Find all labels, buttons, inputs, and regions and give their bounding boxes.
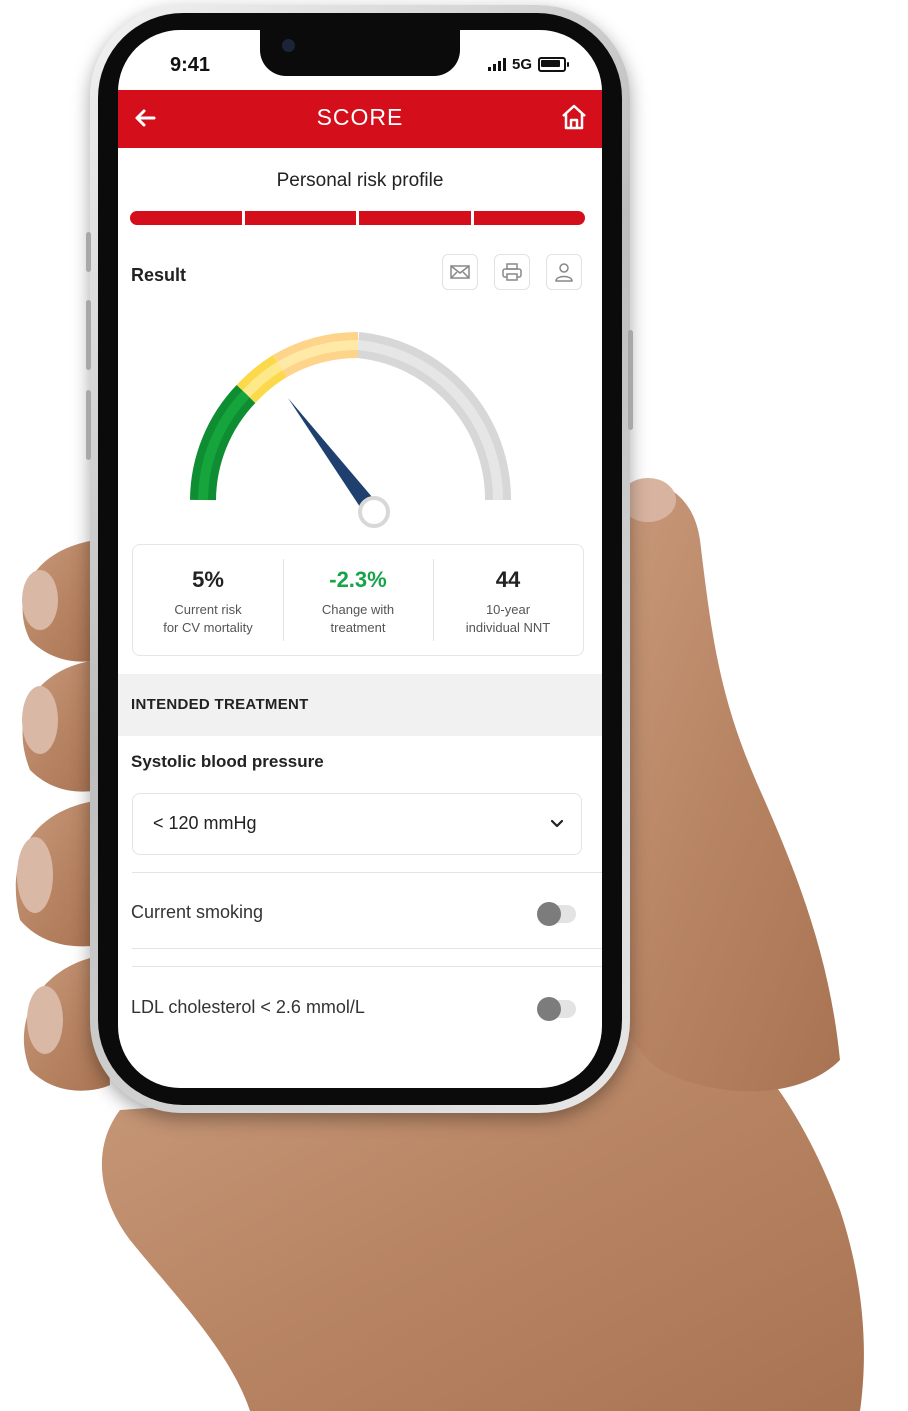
app-title: SCORE (316, 104, 404, 130)
toggle-knob (537, 997, 561, 1021)
progress-step (359, 211, 471, 225)
signal-icon (487, 58, 506, 71)
stat-change-with-treatment: -2.3% Change with treatment (283, 545, 433, 655)
result-label: Result (131, 265, 187, 285)
app-bar: SCORE (118, 90, 602, 148)
smoking-toggle[interactable] (537, 902, 576, 926)
profile-button[interactable] (546, 254, 582, 290)
progress-step (244, 211, 356, 225)
stat-label: 10-year individual NNT (465, 602, 551, 635)
stat-current-risk: 5% Current risk for CV mortality (133, 545, 283, 655)
sbp-label: Systolic blood pressure (131, 752, 324, 771)
stat-value: 44 (495, 567, 521, 592)
divider (132, 966, 602, 967)
print-icon (502, 263, 522, 281)
home-icon[interactable] (558, 101, 590, 133)
notch (260, 30, 460, 76)
section-title: INTENDED TREATMENT (131, 696, 309, 713)
intended-treatment-header: INTENDED TREATMENT (118, 674, 602, 736)
print-button[interactable] (494, 254, 530, 290)
divider (132, 948, 602, 949)
sbp-select[interactable]: < 120 mmHg (132, 793, 582, 855)
phone-side-button (86, 390, 91, 460)
email-button[interactable] (442, 254, 478, 290)
profile-title: Personal risk profile (276, 170, 444, 191)
toggle-knob (537, 902, 561, 926)
stat-value: -2.3% (329, 567, 387, 592)
risk-stats-card: 5% Current risk for CV mortality -2.3% C… (132, 544, 584, 656)
ldl-label: LDL cholesterol < 2.6 mmol/L (131, 997, 365, 1017)
network-type: 5G (511, 56, 532, 73)
status-indicators: 5G (487, 56, 569, 73)
stat-label: Change with treatment (321, 602, 395, 635)
phone-power-button (628, 330, 633, 430)
sbp-selected-value: < 120 mmHg (153, 813, 257, 833)
phone-side-button (86, 300, 91, 370)
ldl-toggle[interactable] (537, 997, 576, 1021)
progress-step (473, 211, 585, 225)
stat-label: Current risk for CV mortality (163, 602, 253, 635)
divider (132, 872, 602, 873)
stat-nnt: 44 10-year individual NNT (433, 545, 583, 655)
status-time: 9:41 (170, 54, 211, 76)
progress-step (130, 211, 242, 225)
profile-progress-bar (130, 211, 585, 225)
stat-value: 5% (192, 567, 224, 592)
battery-icon (538, 57, 569, 72)
gauge-pivot (358, 496, 390, 528)
user-icon (555, 263, 573, 282)
gauge-needle (288, 398, 378, 516)
smoking-label: Current smoking (131, 902, 264, 922)
chevron-down-icon (550, 819, 564, 828)
risk-gauge (190, 331, 512, 528)
camera-icon (282, 39, 295, 52)
mail-icon (450, 265, 470, 279)
phone-screen: 9:41 5G SCORE Personal risk profile Resu… (118, 30, 602, 1088)
phone-side-button (86, 232, 91, 272)
